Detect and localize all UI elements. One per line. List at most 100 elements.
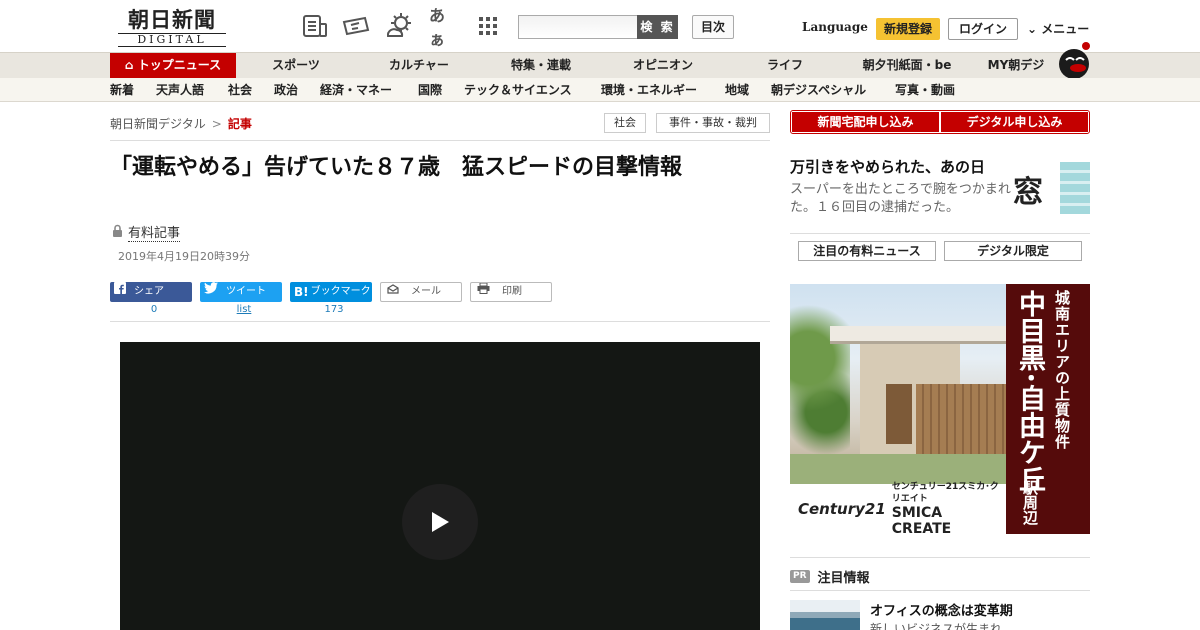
subscribe-paper-button[interactable]: 新聞宅配申し込み [792,112,939,132]
tab-digital-only[interactable]: デジタル限定 [944,241,1082,261]
lock-icon [112,224,123,241]
divider [790,233,1090,234]
mail-share-label: メール [411,286,441,297]
search-button[interactable]: 検 索 [637,15,678,39]
pr-item-title[interactable]: オフィスの概念は変革期 [870,600,1013,619]
paid-article-label[interactable]: 有料記事 [128,222,181,242]
nav-item-opinion[interactable]: オピニオン [618,53,708,78]
subscribe-box: 新聞宅配申し込み デジタル申し込み [790,110,1090,134]
grid-menu-icon[interactable] [473,12,503,40]
login-button[interactable]: ログイン [948,18,1018,40]
divider [110,321,770,322]
print-label: 印刷 [502,286,522,297]
pr-item-thumbnail[interactable] [790,600,860,630]
register-button[interactable]: 新規登録 [876,18,940,40]
logo-main-text: 朝日新聞 [128,7,216,32]
nav-item-paper[interactable]: 朝夕刊紙面・be [852,53,962,78]
breadcrumb-home[interactable]: 朝日新聞デジタル [110,117,206,131]
subnav-item[interactable]: 地域 [725,78,749,102]
subnav-item[interactable]: 朝デジスペシャル [771,78,866,102]
site-logo[interactable]: 朝日新聞 DIGITAL [112,8,232,48]
ad-copy-panel: 城南エリアの上質物件 中目黒･自由ケ丘 駅周辺 [1006,284,1090,534]
facebook-icon [114,282,126,302]
ad-company-strip: Century21 センチュリー21スミカ･クリエイト SMICA CREATE [790,482,1006,534]
pr-section-title: PR 注目情報 [790,567,870,586]
divider [790,590,1090,591]
divider [110,140,770,141]
weather-icon[interactable] [385,12,415,40]
twitter-tweet-list-link[interactable]: list [203,304,285,315]
font-size-icon[interactable]: あぁ [429,6,459,49]
nav-item-life[interactable]: ライフ [748,53,822,78]
hatena-icon: B! [294,285,309,299]
ad-copy-tail: 駅周辺 [1021,480,1039,525]
subnav-item[interactable]: 写真・動画 [895,78,955,102]
tab-paid-news[interactable]: 注目の有料ニュース [798,241,936,261]
century21-logo: Century21 [798,500,886,518]
divider [790,557,1090,558]
nav-item-culture[interactable]: カルチャー [374,53,464,78]
play-icon [432,512,449,532]
hatena-bookmark-label: ブックマーク [310,286,371,297]
nav-item-my[interactable]: MY朝デジ [980,53,1052,78]
ad-copy-small: 城南エリアの上質物件 [1053,290,1071,450]
ad-ground [790,454,1006,484]
subnav-item[interactable]: 政治 [274,78,298,102]
promo-description[interactable]: スーパーを出たところで腕をつかまれた。１６回目の逮捕だった。 [790,181,1012,217]
home-icon: ⌂ [124,58,134,72]
ad-house-door [886,384,912,444]
advertisement-banner[interactable]: Century21 センチュリー21スミカ･クリエイト SMICA CREATE… [790,284,1090,534]
facebook-share-label: シェア [134,286,164,297]
nav-item-sports[interactable]: スポーツ [256,53,336,78]
ad-company-en: SMICA CREATE [891,505,952,534]
subnav-item[interactable]: 新着 [110,78,134,102]
printer-icon [477,282,490,302]
ticket-icon[interactable] [341,12,371,40]
category-tag[interactable]: 社会 [604,113,646,133]
facebook-share-count: 0 [150,304,158,315]
paid-article-indicator: 有料記事 [112,222,181,242]
subnav-item[interactable]: 社会 [228,78,252,102]
promo-window-graphic [1060,162,1090,214]
facebook-share-button[interactable]: シェア [110,282,192,302]
subnav-item[interactable]: テック＆サイエンス [464,78,572,102]
ad-copy-big: 中目黒･自由ケ丘 [1014,290,1045,493]
promo-window-logo[interactable]: 窓 [1013,167,1043,211]
subnav-item[interactable]: 国際 [418,78,442,102]
search-input[interactable] [518,15,638,39]
ad-company-jp: センチュリー21スミカ･クリエイト [891,482,999,504]
subscribe-digital-button[interactable]: デジタル申し込み [941,112,1088,132]
pr-item-description[interactable]: 新しいビジネスが生まれ [870,620,1002,630]
menu-label: メニュー [1041,22,1090,36]
main-nav: ⌂ トップニュース スポーツ カルチャー 特集・連載 オピニオン ライフ 朝夕刊… [0,52,1200,78]
site-header: 朝日新聞 DIGITAL あぁ 検 索 目次 Language 新規登録 ログイ… [0,0,1200,52]
nav-item-top-news[interactable]: ⌂ トップニュース [110,53,236,78]
mail-share-button[interactable]: メール [380,282,462,302]
subnav-item[interactable]: 経済・マネー [320,78,392,102]
subnav-item[interactable]: 環境・エネルギー [601,78,697,102]
language-link[interactable]: Language [802,20,868,34]
twitter-tweet-label: ツイート [226,286,266,297]
category-tag[interactable]: 事件・事故・裁判 [656,113,770,133]
subnav-item[interactable]: 天声人語 [156,78,204,102]
menu-button[interactable]: ⌄ メニュー [1027,20,1089,37]
mascot-icon[interactable] [1052,40,1094,80]
logo-sub-text: DIGITAL [118,33,226,47]
breadcrumb: 朝日新聞デジタル > 記事 [110,115,252,132]
article-headline: 「運転やめる」告げていた８７歳 猛スピードの目撃情報 [110,155,683,180]
pr-title-label: 注目情報 [817,571,870,586]
newspaper-icon[interactable] [300,12,330,40]
print-button[interactable]: 印刷 [470,282,552,302]
sub-nav: 新着 天声人語 社会 政治 経済・マネー 国際 テック＆サイエンス 環境・エネル… [0,78,1200,102]
toc-button[interactable]: 目次 [692,15,734,39]
nav-item-features[interactable]: 特集・連載 [496,53,586,78]
ad-house-roof [830,326,1006,344]
pr-badge: PR [790,570,810,583]
mail-icon [387,282,399,302]
twitter-bird-icon [204,282,218,302]
play-button[interactable] [402,484,478,560]
hatena-bookmark-button[interactable]: B! ブックマーク [290,282,372,302]
breadcrumb-separator: > [211,117,222,131]
twitter-tweet-button[interactable]: ツイート [200,282,282,302]
promo-title[interactable]: 万引きをやめられた、あの日 [790,156,985,177]
